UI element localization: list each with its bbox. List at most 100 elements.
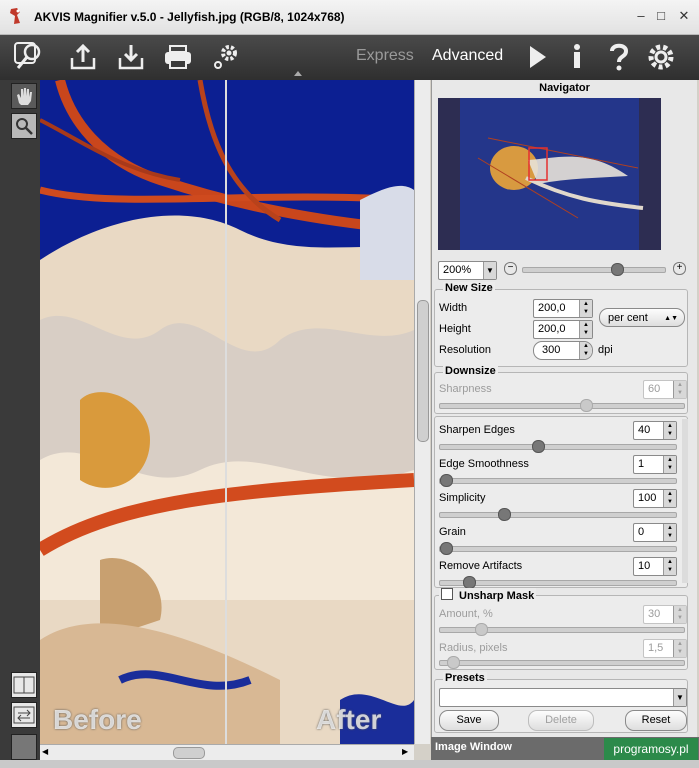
param-field[interactable]: 1 ▲ ▼ bbox=[633, 455, 677, 474]
minimize-button[interactable]: – bbox=[634, 9, 648, 23]
reset-button[interactable]: Reset bbox=[625, 710, 687, 731]
sharpness-value: 60 bbox=[648, 383, 661, 395]
scroll-right-arrow-icon[interactable]: ▶ bbox=[402, 747, 408, 756]
height-field[interactable]: 200,0 ▲ ▼ bbox=[533, 320, 593, 339]
split-view-button[interactable] bbox=[11, 672, 37, 698]
zoom-out-icon[interactable]: − bbox=[504, 262, 517, 275]
save-preset-button[interactable]: Save bbox=[439, 710, 499, 731]
save-file-icon[interactable] bbox=[114, 40, 148, 74]
resolution-dropdown[interactable]: 300 ▲ ▼ bbox=[533, 341, 593, 360]
radius-stepper-icon[interactable]: ▲ ▼ bbox=[673, 640, 686, 657]
info-icon[interactable] bbox=[560, 40, 594, 74]
sharpness-label: Sharpness bbox=[439, 383, 492, 395]
radius-slider[interactable] bbox=[439, 656, 685, 669]
param-label: Edge Smoothness bbox=[439, 458, 529, 470]
param-value: 1 bbox=[638, 458, 645, 470]
parameters-scrollbar[interactable] bbox=[682, 419, 688, 583]
size-unit-dropdown[interactable]: per cent ▲▼ bbox=[599, 308, 685, 327]
amount-field[interactable]: 30 ▲ ▼ bbox=[643, 605, 687, 624]
param-slider-thumb[interactable] bbox=[440, 542, 453, 555]
width-stepper-icon[interactable]: ▲ ▼ bbox=[579, 300, 592, 317]
radius-slider-thumb[interactable] bbox=[447, 656, 460, 669]
param-field[interactable]: 0 ▲ ▼ bbox=[633, 523, 677, 542]
main-toolbar: Express Advanced bbox=[0, 35, 699, 80]
param-field[interactable]: 10 ▲ ▼ bbox=[633, 557, 677, 576]
new-size-group: New Size Width 200,0 ▲ ▼ Height 200,0 ▲ ▼ … bbox=[434, 282, 688, 367]
collapse-arrow-icon[interactable] bbox=[294, 71, 302, 76]
presets-dropdown[interactable]: ▼ bbox=[439, 688, 687, 707]
magnifier-logo-icon bbox=[14, 42, 41, 69]
watermark: programosy.pl bbox=[604, 738, 698, 760]
hand-icon bbox=[17, 88, 32, 105]
height-stepper-icon[interactable]: ▲ ▼ bbox=[579, 321, 592, 338]
before-label: Before bbox=[53, 704, 142, 735]
zoom-in-icon[interactable]: + bbox=[673, 262, 686, 275]
background-color-button[interactable] bbox=[11, 734, 37, 760]
param-stepper-icon[interactable]: ▲ ▼ bbox=[663, 524, 676, 541]
horizontal-scrollbar[interactable]: ◀ ▶ bbox=[40, 744, 414, 761]
resolution-unit: dpi bbox=[598, 344, 613, 356]
hand-tool-button[interactable] bbox=[11, 83, 37, 109]
param-slider-thumb[interactable] bbox=[498, 508, 511, 521]
param-value: 0 bbox=[638, 526, 645, 538]
advanced-mode-tab[interactable]: Advanced bbox=[432, 47, 503, 65]
open-file-icon[interactable] bbox=[66, 40, 100, 74]
image-canvas[interactable]: Before After bbox=[40, 80, 414, 744]
amount-slider[interactable] bbox=[439, 623, 685, 636]
downsize-title: Downsize bbox=[443, 365, 498, 377]
zoom-level-value: 200% bbox=[443, 264, 472, 276]
amount-stepper-icon[interactable]: ▲ ▼ bbox=[673, 606, 686, 623]
unsharp-mask-checkbox[interactable] bbox=[441, 588, 453, 600]
sharpness-slider[interactable] bbox=[439, 399, 685, 412]
horizontal-scroll-thumb[interactable] bbox=[173, 747, 205, 759]
run-icon[interactable] bbox=[520, 40, 554, 74]
param-slider[interactable] bbox=[439, 542, 677, 555]
close-button[interactable]: ✕ bbox=[677, 9, 691, 23]
help-icon[interactable] bbox=[602, 40, 636, 74]
print-icon[interactable] bbox=[161, 40, 195, 74]
akvis-logo-icon bbox=[10, 8, 20, 24]
resolution-stepper-icon[interactable]: ▲ ▼ bbox=[579, 342, 592, 359]
resolution-label: Resolution bbox=[439, 344, 491, 356]
batch-settings-icon[interactable] bbox=[209, 40, 243, 74]
vertical-scroll-thumb[interactable] bbox=[417, 300, 429, 442]
width-field[interactable]: 200,0 ▲ ▼ bbox=[533, 299, 593, 318]
unsharp-mask-title: Unsharp Mask bbox=[459, 590, 535, 602]
zoom-level-dropdown[interactable]: 200% ▼ bbox=[438, 261, 497, 280]
param-slider-thumb[interactable] bbox=[532, 440, 545, 453]
amount-slider-thumb[interactable] bbox=[475, 623, 488, 636]
sharpness-slider-thumb[interactable] bbox=[580, 399, 593, 412]
express-mode-tab[interactable]: Express bbox=[356, 47, 414, 65]
param-slider[interactable] bbox=[439, 440, 677, 453]
param-slider[interactable] bbox=[439, 576, 677, 589]
width-label: Width bbox=[439, 302, 468, 314]
zoom-tool-button[interactable] bbox=[11, 113, 37, 139]
after-label: After bbox=[316, 704, 382, 735]
param-stepper-icon[interactable]: ▲ ▼ bbox=[663, 490, 676, 507]
navigator-preview[interactable] bbox=[438, 98, 661, 250]
param-stepper-icon[interactable]: ▲ ▼ bbox=[663, 422, 676, 439]
param-slider[interactable] bbox=[439, 508, 677, 521]
zoom-slider[interactable] bbox=[522, 263, 666, 276]
preferences-gear-icon[interactable] bbox=[644, 40, 678, 74]
sharpness-stepper-icon[interactable]: ▲ ▼ bbox=[673, 381, 686, 398]
param-field[interactable]: 100 ▲ ▼ bbox=[633, 489, 677, 508]
zoom-slider-thumb[interactable] bbox=[611, 263, 624, 276]
vertical-scrollbar[interactable] bbox=[414, 80, 430, 744]
settings-panel: Navigator 200% ▼ − + New Size Width 200,… bbox=[431, 80, 697, 760]
param-slider[interactable] bbox=[439, 474, 677, 487]
maximize-button[interactable]: □ bbox=[654, 9, 668, 23]
split-view-icon bbox=[13, 676, 35, 694]
navigator-thumbnail bbox=[438, 98, 661, 250]
scroll-left-arrow-icon[interactable]: ◀ bbox=[42, 747, 48, 756]
param-field[interactable]: 40 ▲ ▼ bbox=[633, 421, 677, 440]
param-slider-thumb[interactable] bbox=[440, 474, 453, 487]
amount-label: Amount, % bbox=[439, 608, 493, 620]
radius-field[interactable]: 1,5 ▲ ▼ bbox=[643, 639, 687, 658]
sharpness-field[interactable]: 60 ▲ ▼ bbox=[643, 380, 687, 399]
param-stepper-icon[interactable]: ▲ ▼ bbox=[663, 558, 676, 575]
height-label: Height bbox=[439, 323, 471, 335]
delete-preset-button[interactable]: Delete bbox=[528, 710, 594, 731]
swap-view-button[interactable] bbox=[11, 702, 37, 728]
param-stepper-icon[interactable]: ▲ ▼ bbox=[663, 456, 676, 473]
